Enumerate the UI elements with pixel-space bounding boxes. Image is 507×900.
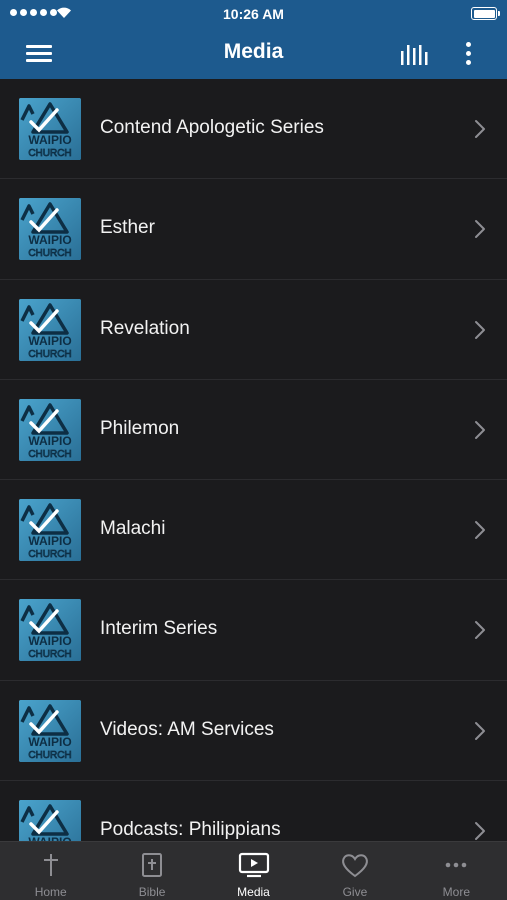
tab-media[interactable]: Media xyxy=(203,842,304,900)
svg-text:CHURCH: CHURCH xyxy=(28,148,71,159)
bible-icon xyxy=(138,851,166,884)
heart-icon xyxy=(340,851,370,884)
svg-text:WAIPIO: WAIPIO xyxy=(28,334,71,348)
svg-text:WAIPIO: WAIPIO xyxy=(28,735,71,749)
series-thumbnail: WAIPIO CHURCH xyxy=(19,198,81,261)
series-thumbnail: WAIPIO CHURCH xyxy=(19,298,81,361)
media-list-item[interactable]: WAIPIO CHURCH Esther xyxy=(0,179,507,280)
series-thumbnail: WAIPIO CHURCH xyxy=(19,398,81,461)
media-list-item[interactable]: WAIPIO CHURCH Contend Apologetic Series xyxy=(0,79,507,180)
media-list: WAIPIO CHURCH Contend Apologetic Series … xyxy=(0,79,507,841)
chevron-right-icon xyxy=(475,120,485,138)
cross-icon xyxy=(37,851,65,884)
tab-home[interactable]: Home xyxy=(0,842,101,900)
series-thumbnail: WAIPIO CHURCH xyxy=(19,98,81,160)
tab-label: Media xyxy=(237,885,270,899)
tab-label: More xyxy=(442,885,470,899)
chevron-right-icon xyxy=(475,822,485,841)
status-time: 10:26 AM xyxy=(223,6,284,22)
tab-label: Bible xyxy=(138,885,166,899)
audio-bars-icon[interactable] xyxy=(395,39,435,69)
svg-text:CHURCH: CHURCH xyxy=(28,750,71,761)
series-thumbnail: WAIPIO CHURCH xyxy=(19,599,81,662)
tab-label: Give xyxy=(342,885,368,899)
series-thumbnail: WAIPIO CHURCH xyxy=(19,699,81,762)
svg-text:CHURCH: CHURCH xyxy=(28,549,71,560)
media-item-label: Podcasts: Philippians xyxy=(100,819,281,841)
chevron-right-icon xyxy=(475,320,485,339)
svg-text:WAIPIO: WAIPIO xyxy=(28,233,71,247)
media-list-item[interactable]: WAIPIO CHURCH Malachi xyxy=(0,480,507,581)
status-bar: 10:26 AM xyxy=(0,0,507,28)
svg-text:CHURCH: CHURCH xyxy=(28,349,71,360)
media-player-icon xyxy=(238,851,270,884)
navigation-bar: Media xyxy=(0,28,507,79)
svg-text:CHURCH: CHURCH xyxy=(28,248,71,259)
svg-text:WAIPIO: WAIPIO xyxy=(28,634,71,648)
app-header: 10:26 AM Media xyxy=(0,0,507,79)
media-item-label: Esther xyxy=(100,217,155,239)
svg-text:CHURCH: CHURCH xyxy=(28,649,71,660)
chevron-right-icon xyxy=(475,521,485,540)
tab-more[interactable]: More xyxy=(406,842,507,900)
media-list-item[interactable]: WAIPIO CHURCH Podcasts: Philippians xyxy=(0,781,507,841)
tab-bar: Home Bible Media Give More xyxy=(0,841,507,900)
series-thumbnail: WAIPIO CHURCH xyxy=(19,499,81,562)
media-item-label: Revelation xyxy=(100,317,190,339)
tab-give[interactable]: Give xyxy=(304,842,405,900)
chevron-right-icon xyxy=(475,721,485,740)
media-list-item[interactable]: WAIPIO CHURCH Videos: AM Services xyxy=(0,681,507,782)
media-list-item[interactable]: WAIPIO CHURCH Revelation xyxy=(0,280,507,381)
battery-icon xyxy=(471,7,500,20)
svg-text:CHURCH: CHURCH xyxy=(28,449,71,460)
media-item-label: Interim Series xyxy=(100,618,218,640)
media-item-label: Philemon xyxy=(100,417,180,439)
media-item-label: Malachi xyxy=(100,518,166,540)
chevron-right-icon xyxy=(475,420,485,439)
media-list-item[interactable]: WAIPIO CHURCH Interim Series xyxy=(0,580,507,682)
overflow-menu-button[interactable] xyxy=(455,38,481,70)
svg-text:WAIPIO: WAIPIO xyxy=(28,133,71,147)
media-item-label: Contend Apologetic Series xyxy=(100,117,324,138)
tab-bible[interactable]: Bible xyxy=(101,842,202,900)
chevron-right-icon xyxy=(475,621,485,640)
tab-label: Home xyxy=(34,885,67,899)
svg-text:WAIPIO: WAIPIO xyxy=(28,534,71,548)
ellipsis-icon xyxy=(442,851,470,884)
chevron-right-icon xyxy=(475,220,485,239)
series-thumbnail: WAIPIO CHURCH xyxy=(19,800,81,841)
media-list-item[interactable]: WAIPIO CHURCH Philemon xyxy=(0,380,507,481)
media-item-label: Videos: AM Services xyxy=(100,718,274,740)
svg-text:WAIPIO: WAIPIO xyxy=(28,434,71,448)
